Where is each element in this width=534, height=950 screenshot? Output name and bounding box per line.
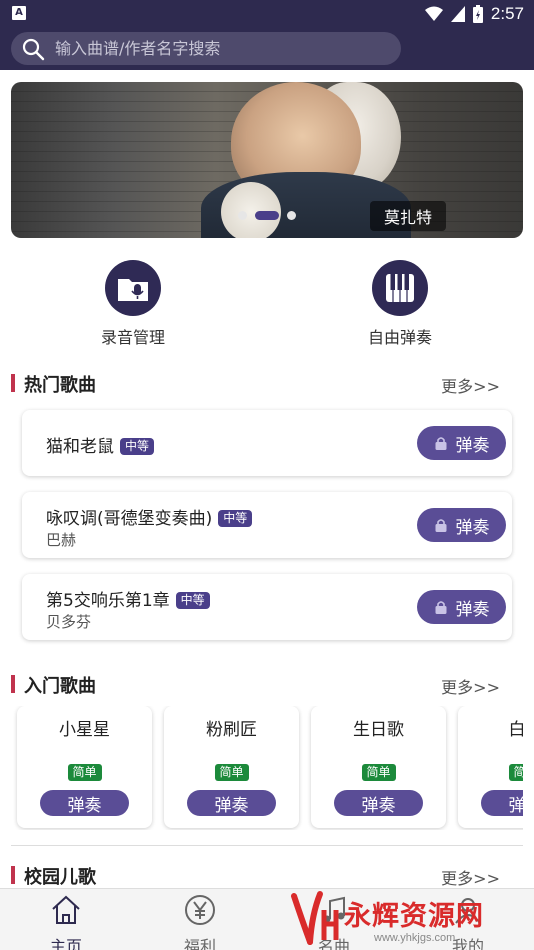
beginner-song-card[interactable]: 粉刷匠 简单 弹奏 — [164, 706, 299, 828]
section-accent-bar — [11, 374, 15, 392]
song-title: 猫和老鼠 中等 — [46, 432, 155, 457]
beginner-songs-more-link[interactable]: 更多>> — [441, 674, 500, 698]
play-button[interactable]: 弹奏 — [187, 790, 276, 816]
song-card[interactable]: 咏叹调(哥德堡变奏曲) 中等 巴赫 弹奏 — [22, 492, 512, 558]
hot-songs-header: 热门歌曲 更多>> — [0, 368, 534, 398]
carousel-dot-active[interactable] — [255, 211, 279, 220]
song-title: 白龙 — [508, 720, 524, 740]
play-button[interactable]: 弹奏 — [481, 790, 523, 816]
battery-charging-icon — [472, 5, 483, 23]
watermark: 永辉资源网 www.yhkjgs.com — [288, 890, 528, 948]
wifi-icon — [424, 6, 443, 21]
section-title: 热门歌曲 — [24, 375, 96, 396]
yen-icon — [185, 895, 215, 925]
recording-management-button[interactable]: 录音管理 — [68, 260, 198, 348]
beginner-songs-header: 入门歌曲 更多>> — [0, 669, 534, 699]
banner-portrait-collar — [221, 182, 281, 238]
difficulty-badge: 简单 — [508, 764, 523, 781]
microphone-folder-icon — [105, 260, 161, 316]
song-card[interactable]: 第5交响乐第1章 中等 贝多芬 弹奏 — [22, 574, 512, 640]
song-title: 第5交响乐第1章 中等 — [46, 586, 210, 611]
song-title: 咏叹调(哥德堡变奏曲) 中等 — [46, 504, 253, 529]
home-icon — [52, 895, 80, 924]
campus-songs-header: 校园儿歌 更多>> — [0, 860, 534, 890]
lock-icon — [435, 437, 446, 450]
play-button[interactable]: 弹奏 — [417, 508, 506, 542]
play-button[interactable]: 弹奏 — [417, 590, 506, 624]
beginner-songs-row[interactable]: 小星星 简单 弹奏 粉刷匠 简单 弹奏 生日歌 简单 弹奏 白龙 简单 弹奏 — [0, 706, 523, 830]
search-icon — [22, 38, 45, 60]
cell-signal-icon — [450, 6, 465, 22]
watermark-text: 永辉资源网 — [344, 901, 484, 932]
section-divider — [11, 845, 523, 846]
difficulty-badge: 中等 — [218, 510, 253, 527]
section-accent-bar — [11, 866, 15, 884]
song-card[interactable]: 猫和老鼠 中等 弹奏 — [22, 410, 512, 476]
free-play-button[interactable]: 自由弹奏 — [335, 260, 465, 348]
watermark-logo-icon — [291, 891, 339, 945]
section-accent-bar — [11, 675, 15, 693]
search-bar[interactable] — [11, 32, 401, 65]
difficulty-badge: 简单 — [361, 764, 396, 781]
carousel-dot[interactable] — [238, 211, 247, 220]
hot-songs-more-link[interactable]: 更多>> — [441, 373, 500, 397]
watermark-url: www.yhkjgs.com — [374, 932, 456, 944]
beginner-song-card[interactable]: 小星星 简单 弹奏 — [17, 706, 152, 828]
beginner-song-card[interactable]: 生日歌 简单 弹奏 — [311, 706, 446, 828]
lock-icon — [435, 519, 446, 532]
play-button[interactable]: 弹奏 — [334, 790, 423, 816]
app-notification-icon: A — [12, 6, 26, 20]
song-artist: 巴赫 — [46, 531, 77, 549]
campus-songs-more-link[interactable]: 更多>> — [441, 865, 500, 889]
section-title: 入门歌曲 — [24, 676, 96, 697]
nav-home[interactable]: 主页 — [16, 893, 116, 950]
difficulty-badge: 中等 — [120, 438, 155, 455]
clock: 2:57 — [490, 4, 524, 23]
song-title: 小星星 — [59, 720, 110, 740]
carousel-indicators — [11, 211, 523, 220]
quick-action-label: 自由弹奏 — [367, 328, 432, 347]
difficulty-badge: 简单 — [214, 764, 249, 781]
song-title: 生日歌 — [353, 720, 404, 740]
song-artist: 贝多芬 — [46, 613, 92, 631]
song-title: 粉刷匠 — [206, 720, 257, 740]
lock-icon — [435, 601, 446, 614]
difficulty-badge: 中等 — [175, 592, 210, 609]
nav-label: 主页 — [49, 937, 82, 950]
status-bar: A 2:57 — [0, 0, 534, 28]
quick-action-label: 录音管理 — [100, 328, 165, 347]
piano-keys-icon — [372, 260, 428, 316]
search-header — [0, 28, 534, 70]
nav-benefits[interactable]: 福利 — [150, 893, 250, 950]
play-button[interactable]: 弹奏 — [40, 790, 129, 816]
beginner-song-card[interactable]: 白龙 简单 弹奏 — [458, 706, 523, 828]
play-button[interactable]: 弹奏 — [417, 426, 506, 460]
status-indicators: 2:57 — [424, 3, 524, 25]
nav-label: 福利 — [183, 937, 216, 950]
banner-carousel[interactable]: 莫扎特 — [11, 82, 523, 238]
search-input[interactable] — [55, 39, 375, 58]
carousel-dot[interactable] — [287, 211, 296, 220]
difficulty-badge: 简单 — [67, 764, 102, 781]
section-title: 校园儿歌 — [24, 867, 96, 888]
